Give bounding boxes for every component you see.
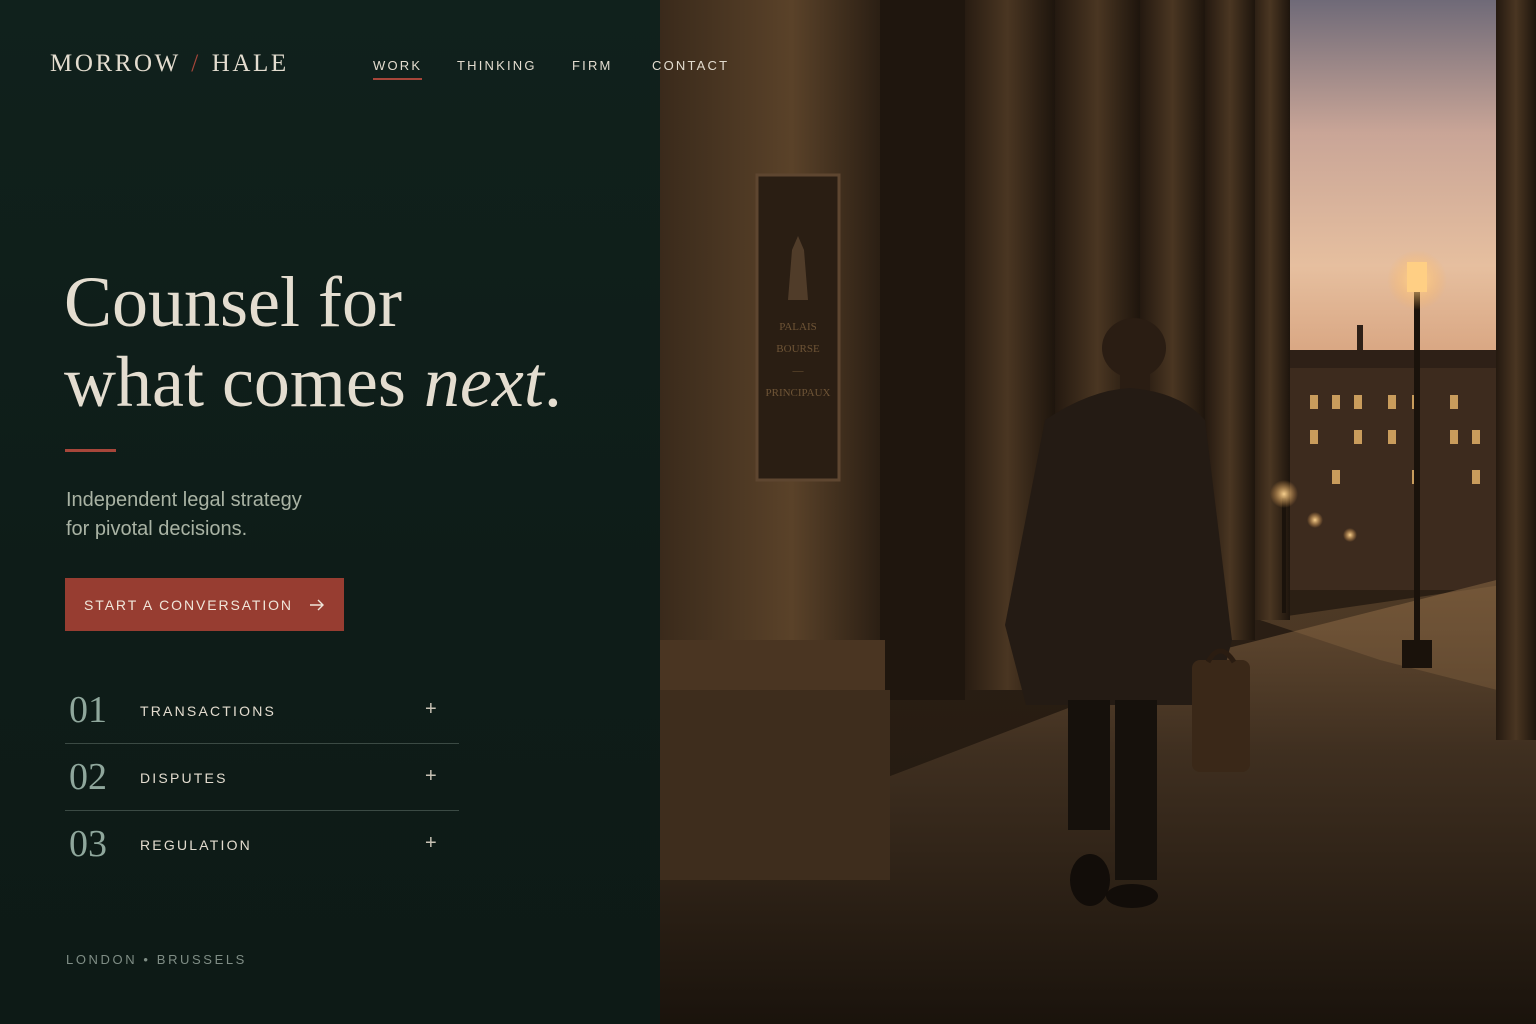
nav-item-thinking[interactable]: THINKING	[457, 58, 537, 73]
brand-separator: /	[191, 50, 201, 77]
start-conversation-button[interactable]: START A CONVERSATION	[65, 578, 344, 631]
practice-area-number: 01	[69, 689, 107, 731]
practice-area-number: 02	[69, 756, 107, 798]
practice-area-name: TRANSACTIONS	[140, 703, 277, 719]
practice-area-name: DISPUTES	[140, 770, 228, 786]
headline-line-2-plain: what comes	[64, 342, 424, 422]
plaque-line-1: PALAIS	[779, 321, 817, 333]
hero-subheading: Independent legal strategy for pivotal d…	[66, 486, 406, 544]
practice-area-name: REGULATION	[140, 837, 252, 853]
office-locations: LONDON • BRUSSELS	[66, 952, 247, 967]
nav-item-work[interactable]: WORK	[373, 58, 423, 80]
cta-label: START A CONVERSATION	[84, 596, 293, 613]
subheading-line-1: Independent legal strategy	[66, 489, 302, 511]
subheading-line-2: for pivotal decisions.	[66, 518, 248, 540]
expand-plus-icon[interactable]: +	[425, 697, 437, 721]
practice-area-item[interactable]: 02 DISPUTES +	[65, 744, 459, 811]
nav-item-contact[interactable]: CONTACT	[652, 58, 729, 73]
brand-name-right: HALE	[211, 50, 289, 77]
headline-line-1: Counsel for	[64, 262, 402, 342]
practice-areas-list: 01 TRANSACTIONS + 02 DISPUTES + 03 REGUL…	[65, 677, 459, 877]
practice-area-item[interactable]: 03 REGULATION +	[65, 811, 459, 877]
hero-headline: Counsel for what comes next.	[64, 262, 562, 422]
expand-plus-icon[interactable]: +	[425, 764, 437, 788]
practice-area-item[interactable]: 01 TRANSACTIONS +	[65, 677, 459, 744]
accent-rule	[65, 449, 116, 452]
headline-emphasis: next	[423, 342, 544, 422]
headline-line-2: what comes next.	[64, 342, 562, 422]
headline-period: .	[543, 342, 562, 422]
plaque-line-4: PRINCIPAUX	[765, 387, 830, 399]
brand-name-left: MORROW	[50, 50, 181, 77]
expand-plus-icon[interactable]: +	[425, 831, 437, 855]
colonnade-illustration: PALAIS BOURSE — PRINCIPAUX	[660, 0, 1536, 1024]
nav-item-firm[interactable]: FIRM	[572, 58, 613, 73]
left-panel: MORROW / HALE WORK THINKING FIRM Counsel…	[0, 0, 660, 1024]
plaque-line-2: BOURSE	[776, 343, 820, 355]
brand-logo[interactable]: MORROW / HALE	[50, 50, 289, 78]
plaque-line-3: —	[792, 365, 805, 377]
hero-photo: PALAIS BOURSE — PRINCIPAUX	[660, 0, 1536, 1024]
arrow-right-icon	[309, 599, 325, 611]
practice-area-number: 03	[69, 823, 107, 865]
